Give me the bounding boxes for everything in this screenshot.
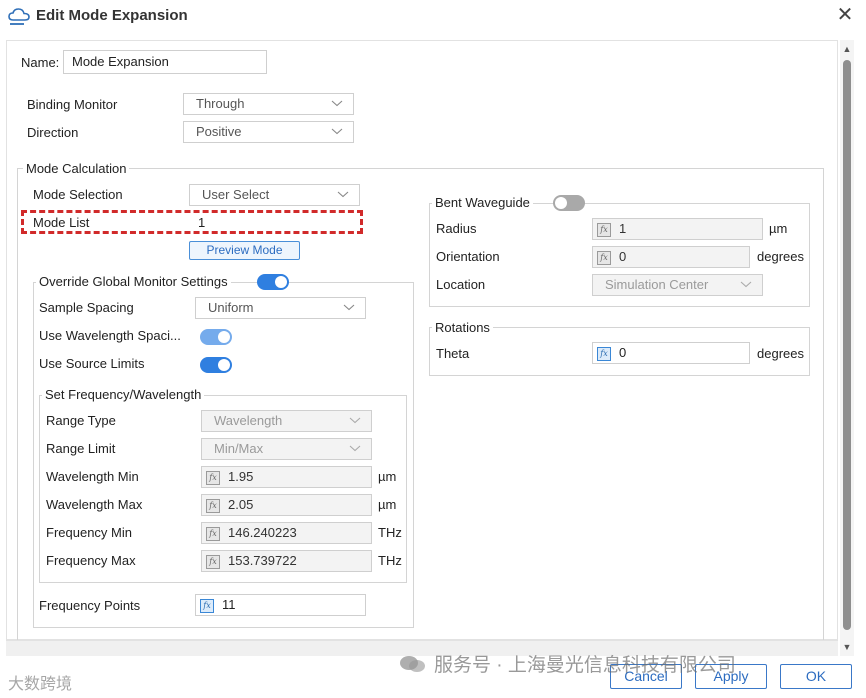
wavelength-max-input[interactable]: fx 2.05: [201, 494, 372, 516]
theta-input[interactable]: fx 0: [592, 342, 750, 364]
override-toggle[interactable]: [257, 274, 289, 290]
fx-icon: fx: [206, 554, 220, 569]
toggle-knob: [218, 331, 230, 343]
chevron-down-icon: [349, 417, 361, 424]
chevron-down-icon: [331, 100, 343, 107]
chevron-down-icon: [343, 304, 355, 311]
frequency-points-value: 11: [222, 597, 236, 612]
radius-value: 1: [619, 221, 627, 236]
bent-waveguide-title: Bent Waveguide: [432, 195, 533, 210]
binding-monitor-select[interactable]: Through: [183, 93, 354, 115]
scroll-up-icon[interactable]: ▲: [842, 44, 852, 54]
location-value: Simulation Center: [605, 277, 709, 292]
toggle-knob: [218, 359, 230, 371]
frequency-min-value: 146.240223: [228, 525, 297, 540]
frequency-points-input[interactable]: fx 11: [195, 594, 366, 616]
chevron-down-icon: [337, 191, 349, 198]
close-icon[interactable]: ✕: [834, 4, 856, 26]
direction-label: Direction: [27, 125, 79, 140]
frequency-min-input[interactable]: fx 146.240223: [201, 522, 372, 544]
vertical-scrollbar[interactable]: ▲ ▼: [840, 40, 854, 656]
wechat-icon: [400, 656, 425, 672]
sample-spacing-value: Uniform: [208, 300, 254, 315]
bent-waveguide-toggle[interactable]: [553, 195, 585, 211]
location-select[interactable]: Simulation Center: [592, 274, 763, 296]
range-type-select[interactable]: Wavelength: [201, 410, 372, 432]
watermark: 服务号 · 上海曼光信息科技有限公司: [398, 650, 736, 677]
wavelength-max-label: Wavelength Max: [46, 497, 143, 512]
wavelength-min-value: 1.95: [228, 469, 254, 484]
mode-selection-label: Mode Selection: [33, 187, 123, 202]
mode-list-highlight: [21, 210, 363, 234]
wavelength-min-label: Wavelength Min: [46, 469, 139, 484]
fx-icon: fx: [597, 250, 611, 265]
frequency-min-unit: THz: [378, 525, 402, 540]
binding-monitor-value: Through: [196, 96, 245, 111]
fx-icon[interactable]: fx: [597, 346, 611, 361]
scroll-down-icon[interactable]: ▼: [842, 642, 852, 652]
wavelength-max-unit: µm: [378, 497, 397, 512]
toggle-knob: [555, 197, 567, 209]
frequency-points-label: Frequency Points: [39, 598, 141, 613]
cloud-edit-icon: [8, 8, 30, 25]
use-wavelength-spacing-label: Use Wavelength Spaci...: [39, 328, 181, 343]
mode-selection-value: User Select: [202, 187, 270, 202]
direction-select[interactable]: Positive: [183, 121, 354, 143]
title-bar: Edit Mode Expansion ✕: [0, 0, 866, 32]
ok-button[interactable]: OK: [780, 664, 852, 689]
sample-spacing-label: Sample Spacing: [39, 300, 134, 315]
corner-watermark: 大数跨境: [8, 676, 73, 693]
use-wavelength-spacing-toggle[interactable]: [200, 329, 232, 345]
range-limit-label: Range Limit: [46, 441, 116, 456]
range-type-value: Wavelength: [214, 413, 283, 428]
frequency-min-label: Frequency Min: [46, 525, 132, 540]
orientation-input[interactable]: fx 0: [592, 246, 750, 268]
wavelength-max-value: 2.05: [228, 497, 254, 512]
sample-spacing-select[interactable]: Uniform: [195, 297, 366, 319]
fx-icon: fx: [206, 498, 220, 513]
wavelength-min-unit: µm: [378, 469, 397, 484]
orientation-unit: degrees: [757, 249, 804, 264]
scrollbar-thumb[interactable]: [843, 60, 851, 630]
chevron-down-icon: [740, 281, 752, 288]
watermark-text: 服务号 · 上海曼光信息科技有限公司: [434, 655, 736, 676]
fx-icon[interactable]: fx: [200, 598, 214, 613]
fx-icon: fx: [206, 526, 220, 541]
radius-label: Radius: [436, 221, 477, 236]
mode-calculation-title: Mode Calculation: [23, 161, 130, 176]
frequency-max-input[interactable]: fx 153.739722: [201, 550, 372, 572]
theta-value: 0: [619, 345, 627, 360]
name-input[interactable]: Mode Expansion: [63, 50, 267, 74]
orientation-value: 0: [619, 249, 627, 264]
set-frequency-title: Set Frequency/Wavelength: [42, 387, 205, 402]
range-limit-select[interactable]: Min/Max: [201, 438, 372, 460]
rotations-title: Rotations: [432, 320, 493, 335]
fx-icon: fx: [597, 222, 611, 237]
frequency-max-value: 153.739722: [228, 553, 297, 568]
range-limit-value: Min/Max: [214, 441, 264, 456]
frequency-max-unit: THz: [378, 553, 402, 568]
mode-selection-select[interactable]: User Select: [189, 184, 360, 206]
wavelength-min-input[interactable]: fx 1.95: [201, 466, 372, 488]
toggle-knob: [275, 276, 287, 288]
location-label: Location: [436, 277, 486, 292]
radius-input[interactable]: fx 1: [592, 218, 763, 240]
preview-mode-button[interactable]: Preview Mode: [189, 241, 300, 260]
fx-icon: fx: [206, 470, 220, 485]
name-label: Name:: [21, 55, 60, 70]
direction-value: Positive: [196, 124, 242, 139]
theta-unit: degrees: [757, 346, 804, 361]
frequency-max-label: Frequency Max: [46, 553, 136, 568]
range-type-label: Range Type: [46, 413, 116, 428]
window-title: Edit Mode Expansion: [36, 7, 188, 24]
override-title: Override Global Monitor Settings: [36, 274, 231, 289]
chevron-down-icon: [331, 128, 343, 135]
theta-label: Theta: [436, 346, 470, 361]
use-source-limits-label: Use Source Limits: [39, 356, 145, 371]
binding-monitor-label: Binding Monitor: [27, 97, 118, 112]
use-source-limits-toggle[interactable]: [200, 357, 232, 373]
chevron-down-icon: [349, 445, 361, 452]
orientation-label: Orientation: [436, 249, 500, 264]
radius-unit: µm: [769, 221, 788, 236]
